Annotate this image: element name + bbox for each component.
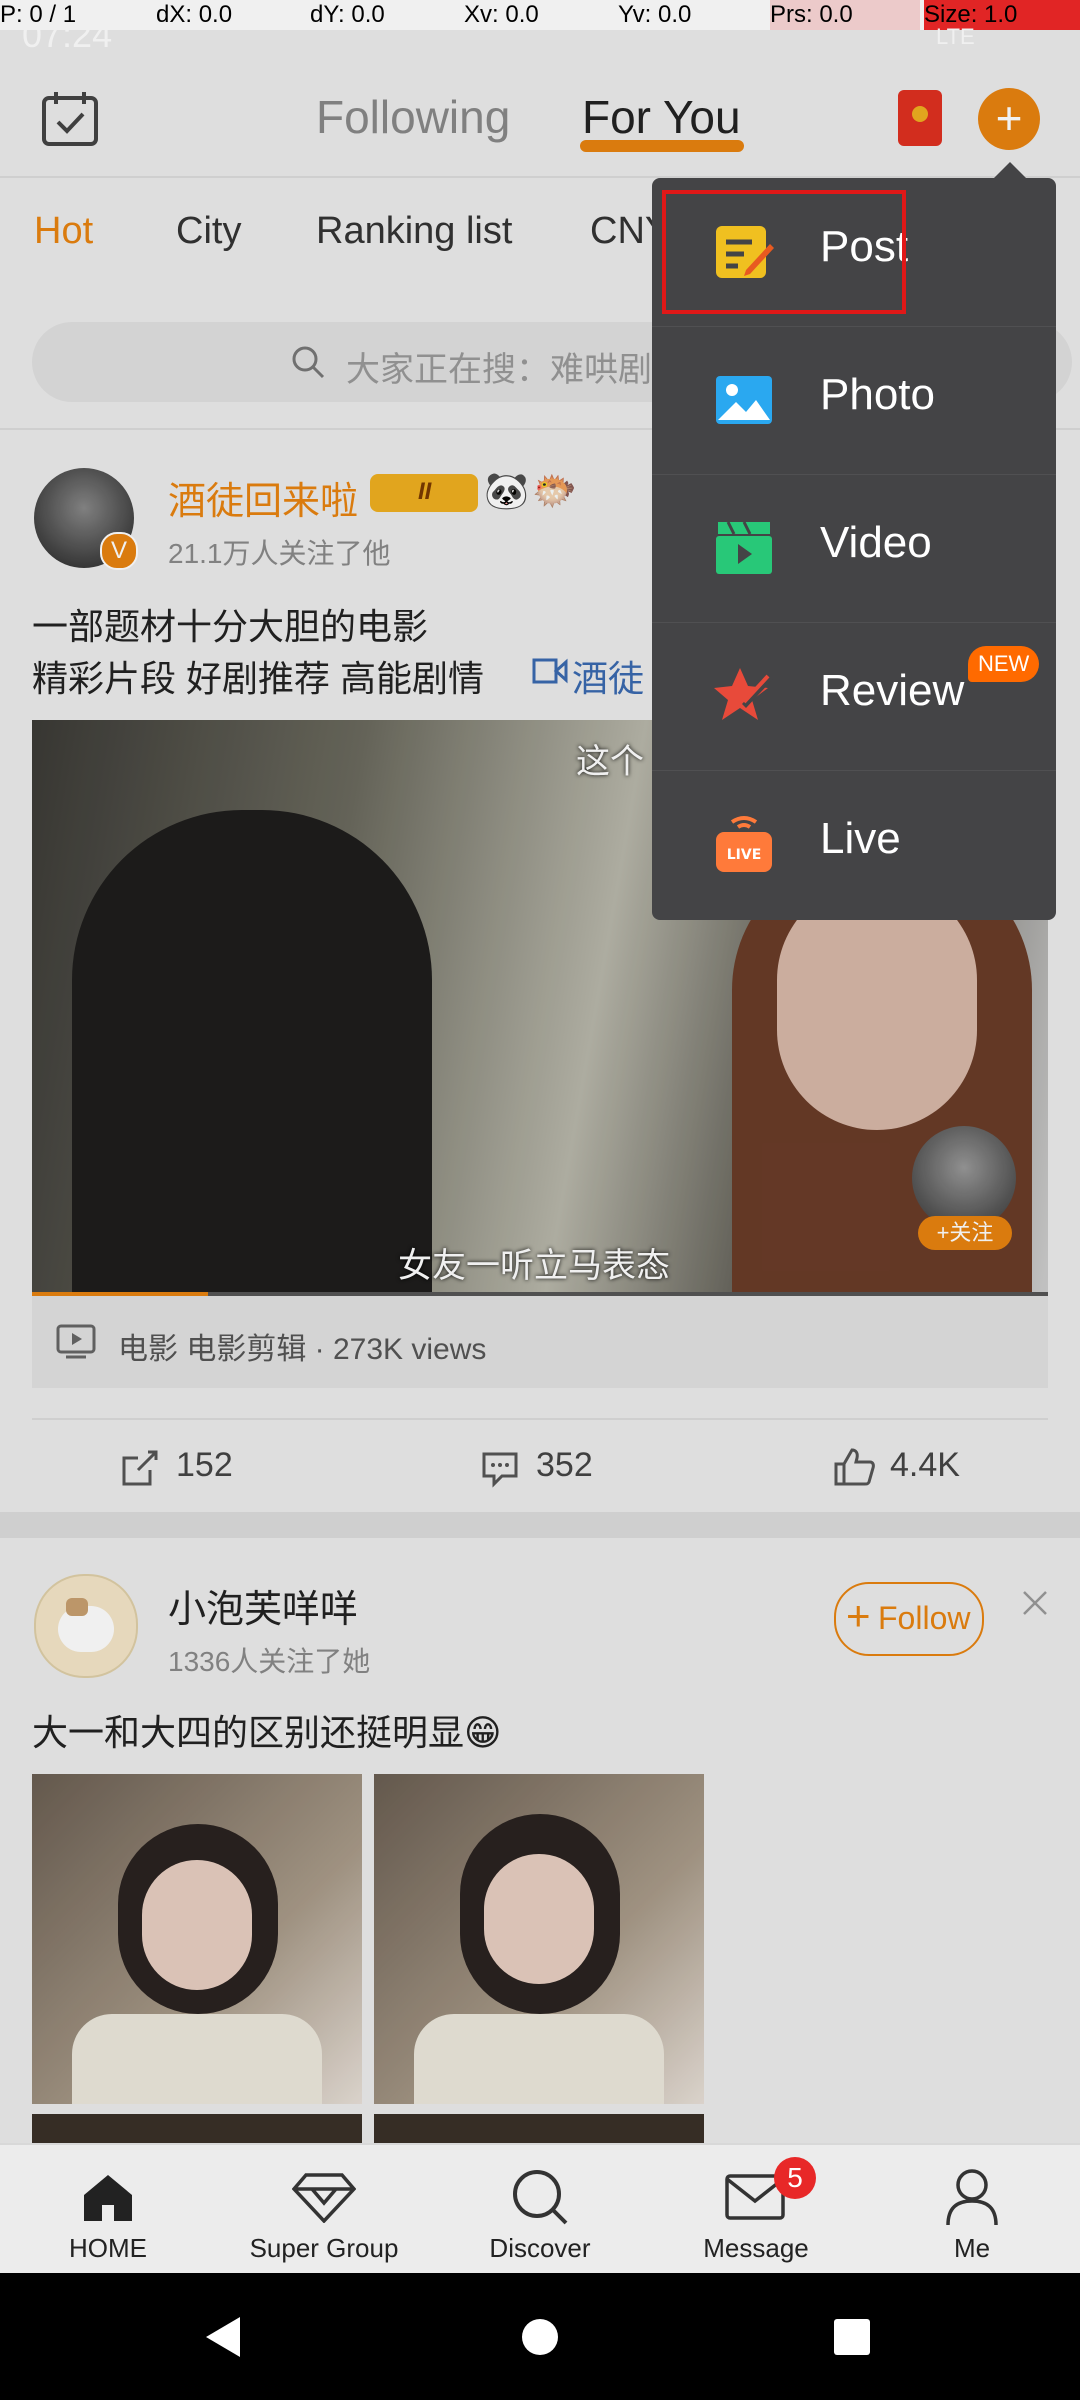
menu-item-review-label: Review [820, 666, 965, 715]
system-navigation-bar [0, 2273, 1080, 2400]
message-badge: 5 [774, 2157, 816, 2199]
profile-icon [946, 2169, 998, 2226]
nav-message-label: Message [703, 2233, 809, 2263]
menu-pointer [994, 162, 1026, 178]
nav-discover-label: Discover [489, 2233, 591, 2263]
back-icon[interactable] [204, 2315, 244, 2359]
menu-item-photo[interactable]: Photo [652, 326, 1056, 475]
home-circle-icon[interactable] [520, 2317, 560, 2357]
nav-super-group[interactable]: Super Group [216, 2145, 432, 2275]
menu-item-review[interactable]: Review NEW [652, 622, 1056, 771]
video-icon [716, 521, 772, 574]
diamond-icon [292, 2173, 356, 2223]
highlight-box [662, 190, 906, 314]
nav-super-group-label: Super Group [249, 2233, 399, 2263]
nav-message[interactable]: 5 Message [648, 2145, 864, 2275]
review-icon [714, 668, 774, 720]
bottom-nav: HOME Super Group Discover 5 Message Me [0, 2143, 1080, 2275]
nav-home-label: HOME [69, 2233, 147, 2263]
menu-item-video-label: Video [820, 518, 932, 567]
new-badge: NEW [968, 646, 1040, 682]
nav-home[interactable]: HOME [0, 2145, 216, 2275]
menu-item-live-label: Live [820, 814, 901, 863]
svg-text:LIVE: LIVE [727, 847, 762, 863]
menu-item-photo-label: Photo [820, 370, 935, 419]
photo-icon [716, 376, 772, 424]
nav-me[interactable]: Me [864, 2145, 1080, 2275]
nav-discover[interactable]: Discover [432, 2145, 648, 2275]
discover-search-icon [513, 2170, 568, 2225]
menu-item-live[interactable]: LIVE Live [652, 770, 1056, 918]
nav-me-label: Me [953, 2233, 991, 2263]
live-icon: LIVE [716, 816, 772, 872]
menu-item-video[interactable]: Video [652, 474, 1056, 623]
home-icon [84, 2175, 132, 2221]
recents-icon[interactable] [832, 2317, 872, 2357]
